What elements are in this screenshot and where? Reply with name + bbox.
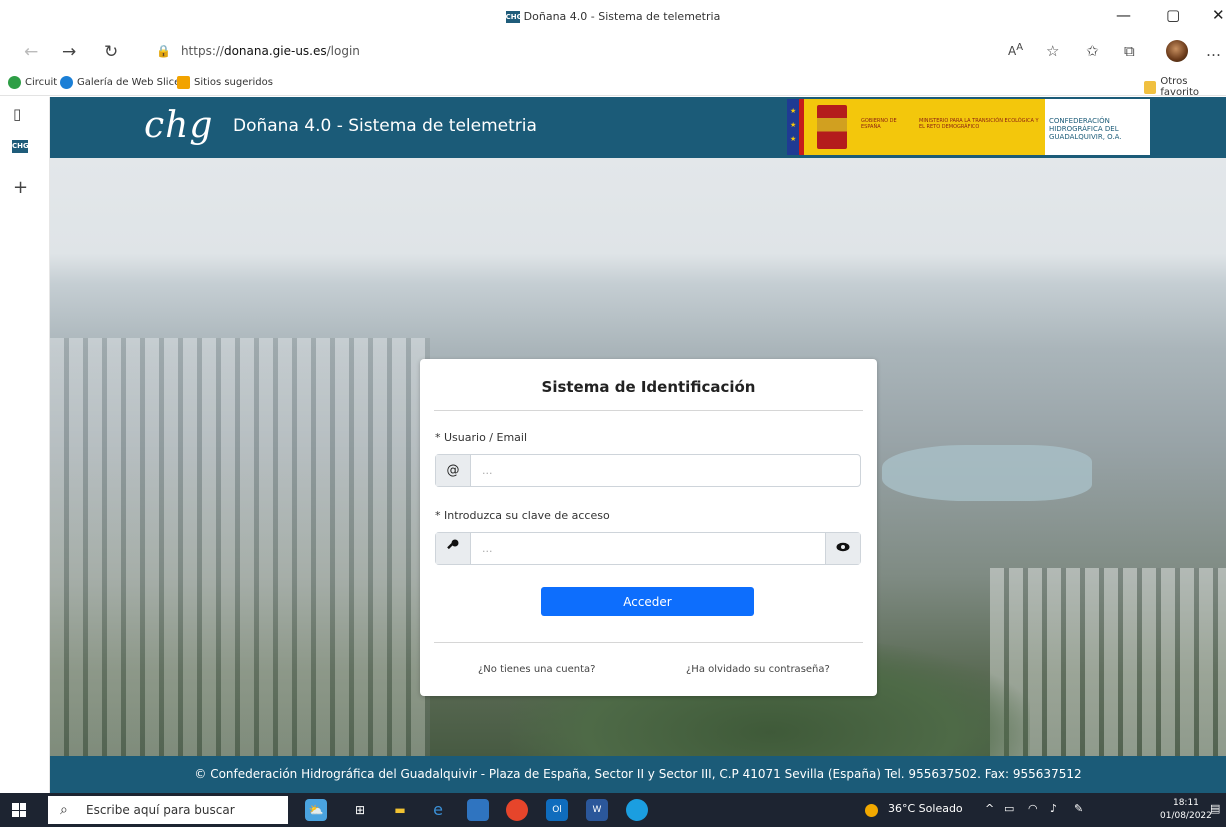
favorite-suggested-sites[interactable]: Sitios sugeridos (177, 76, 273, 89)
network-icon[interactable]: ◠ (1028, 802, 1038, 815)
chg-logo[interactable]: chg (144, 105, 213, 146)
login-button[interactable]: Acceder (541, 587, 754, 616)
collections-icon[interactable]: ⧉ (1124, 42, 1135, 60)
task-view-icon[interactable]: ⊞ (349, 799, 371, 821)
chrome-icon[interactable] (506, 799, 528, 821)
key-icon (436, 533, 471, 564)
government-logo: ★ ★ ★ GOBIERNO DE ESPAÑA MINISTERIO PARA L… (787, 99, 1045, 155)
store-icon[interactable] (467, 799, 489, 821)
circuit-icon (8, 76, 21, 89)
add-favorite-icon[interactable]: ☆ (1046, 42, 1059, 60)
other-favorites-label: Otros favorito (1160, 76, 1200, 98)
refresh-icon[interactable]: ↻ (104, 42, 118, 62)
gov-text-ministry: MINISTERIO PARA LA TRANSICIÓN ECOLÓGICA … (919, 118, 1039, 130)
favorite-label: Circuit (25, 77, 58, 88)
eye-icon[interactable] (825, 533, 860, 564)
site-header: chg Doñana 4.0 - Sistema de telemetria ★… (50, 97, 1226, 158)
spain-flag-stripe (799, 99, 804, 155)
file-explorer-icon[interactable]: ▬ (389, 799, 411, 821)
windows-start-icon[interactable] (12, 803, 26, 817)
browser-title-bar: CHGDoñana 4.0 - Sistema de telemetria — … (0, 0, 1226, 34)
favorite-web-slice[interactable]: Galería de Web Slice (60, 76, 180, 89)
greenhouses-left (50, 338, 430, 756)
read-aloud-icon[interactable]: AA (1008, 42, 1023, 58)
forgot-password-link[interactable]: ¿Ha olvidado su contraseña? (686, 664, 830, 675)
edge-taskbar-icon[interactable] (626, 799, 648, 821)
sun-icon (865, 804, 878, 817)
window-title: CHGDoñana 4.0 - Sistema de telemetria (0, 10, 1226, 23)
user-input[interactable] (472, 455, 860, 486)
login-title: Sistema de Identificación (541, 378, 756, 396)
outlook-icon[interactable]: Ol (546, 799, 568, 821)
pen-icon[interactable]: ✎ (1074, 802, 1083, 815)
site-title: Doñana 4.0 - Sistema de telemetria (233, 116, 537, 136)
profile-avatar[interactable] (1166, 40, 1188, 62)
folder-icon (1144, 80, 1157, 94)
windows-taskbar: ⌕ Escribe aquí para buscar ⛅ ⊞ ▬ e Ol W … (0, 793, 1226, 827)
site-favicon: CHG (505, 11, 523, 23)
forward-icon[interactable]: → (62, 42, 76, 62)
weather-widget-icon[interactable]: ⛅ (305, 799, 327, 821)
tab-donana[interactable]: CHG (12, 140, 29, 153)
word-icon[interactable]: W (586, 799, 608, 821)
url-path: /login (326, 44, 360, 58)
minimize-button[interactable]: — (1116, 6, 1131, 24)
favorites-bar: Circuit Galería de Web Slice Sitios suge… (0, 70, 1226, 98)
edge-icon (60, 76, 73, 89)
password-input-group (435, 532, 861, 565)
lock-icon[interactable]: 🔒 (156, 44, 171, 58)
weather-text[interactable]: 36°C Soleado (888, 802, 963, 815)
password-input[interactable] (472, 533, 824, 564)
divider (434, 410, 863, 411)
close-button[interactable]: ✕ (1212, 6, 1225, 24)
bing-icon (177, 76, 190, 89)
favorite-circuit[interactable]: Circuit (8, 76, 57, 89)
background-photo: Sistema de Identificación * Usuario / Em… (50, 158, 1226, 756)
divider (434, 642, 863, 643)
more-menu-icon[interactable]: … (1206, 42, 1221, 60)
taskbar-search-placeholder: Escribe aquí para buscar (86, 803, 235, 817)
site-footer: © Confederación Hidrográfica del Guadalq… (50, 756, 1226, 793)
user-label: * Usuario / Email (435, 431, 528, 444)
gov-text-spain: GOBIERNO DE ESPAÑA (861, 118, 897, 130)
pond (882, 445, 1092, 501)
login-card: Sistema de Identificación * Usuario / Em… (420, 359, 877, 696)
user-input-group: @ (435, 454, 861, 487)
address-bar: ← → ↻ 🔒 https://donana.gie-us.es/login AA… (0, 34, 1226, 70)
maximize-button[interactable]: ▢ (1166, 6, 1180, 24)
new-tab-icon[interactable]: + (13, 177, 28, 198)
favorites-icon[interactable]: ✩ (1086, 42, 1099, 60)
chg-full-name: CONFEDERACIÓN HIDROGRÁFICA DEL GUADALQUI… (1045, 99, 1150, 155)
chevron-up-icon[interactable]: ^ (985, 802, 994, 815)
back-icon[interactable]: ← (24, 42, 38, 62)
tab-actions-icon[interactable]: ▯ (13, 105, 21, 123)
internet-explorer-icon[interactable]: e (427, 799, 449, 821)
eu-flag-icon: ★ ★ ★ (787, 99, 799, 155)
password-label: * Introduzca su clave de acceso (435, 509, 610, 522)
web-page: chg Doñana 4.0 - Sistema de telemetria ★… (50, 97, 1226, 793)
notifications-icon[interactable]: ▤ (1210, 802, 1220, 815)
vertical-tabs-sidebar: ▯ CHG + (0, 97, 50, 793)
battery-icon[interactable]: ▭ (1004, 802, 1014, 815)
url-prefix: https:// (180, 44, 224, 58)
taskbar-search[interactable]: ⌕ Escribe aquí para buscar (48, 796, 288, 824)
search-icon: ⌕ (60, 802, 68, 818)
url-field[interactable]: 🔒 https://donana.gie-us.es/login (156, 44, 360, 58)
favorite-label: Galería de Web Slice (77, 77, 181, 88)
spain-crest-icon (817, 105, 847, 149)
url-host: donana.gie-us.es (223, 44, 327, 58)
clock-date: 01/08/2022 (1160, 811, 1212, 821)
other-favorites[interactable]: Otros favorito (1144, 76, 1226, 98)
taskbar-clock[interactable]: 18:11 01/08/2022 (1160, 797, 1212, 823)
register-link[interactable]: ¿No tienes una cuenta? (478, 664, 595, 675)
clock-time: 18:11 (1172, 798, 1199, 808)
volume-icon[interactable]: ♪ (1050, 802, 1057, 815)
window-title-text: Doñana 4.0 - Sistema de telemetria (523, 10, 721, 23)
at-icon: @ (436, 455, 471, 486)
favorite-label: Sitios sugeridos (194, 77, 273, 88)
